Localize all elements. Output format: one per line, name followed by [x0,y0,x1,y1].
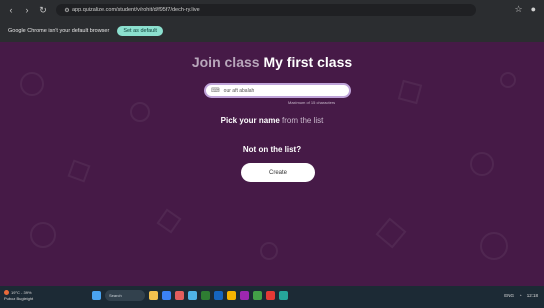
taskbar-search[interactable]: Search [105,290,145,301]
profile-icon[interactable]: ● [531,4,536,15]
excel-icon[interactable] [201,291,210,300]
page-title: Join class My first class [0,54,544,70]
decor-circle [260,242,278,260]
weather-desc: Puboz Bugleight [4,296,34,301]
weather-widget[interactable]: 19°C - 39% Puboz Bugleight [4,290,33,302]
title-prefix: Join class [191,54,260,70]
pick-bold: Pick your name [220,116,280,125]
app-icon[interactable] [279,291,288,300]
decor-circle [500,72,516,88]
decor-circle [20,72,44,96]
pick-name-heading: Pick your name from the list [0,116,544,125]
not-on-list-heading: Not on the list? [242,145,302,154]
pick-rest: from the list [279,116,324,125]
taskbar: 19°C - 39% Puboz Bugleight Search ENG ◔ … [0,286,544,308]
name-input-value: our aft abalah [223,87,255,94]
address-bar[interactable]: ⚙ app.quizalize.com/student/v/rohit/d/f9… [56,4,476,16]
decor-circle [470,152,494,176]
weather-temp: 19°C - 39% [11,290,32,295]
tray-lang[interactable]: ENG [504,293,514,298]
back-icon[interactable]: ‹ [6,5,16,15]
explorer-icon[interactable] [149,291,158,300]
forward-icon[interactable]: › [22,5,32,15]
url-text: app.quizalize.com/student/v/rohit/d/f95f… [72,7,200,13]
decor-square [397,79,423,105]
decor-square [156,208,182,234]
start-icon[interactable] [92,291,101,300]
site-info-icon[interactable]: ⚙ [62,7,72,14]
files-icon[interactable] [227,291,236,300]
store-icon[interactable] [188,291,197,300]
decor-circle [480,232,508,260]
keyboard-icon: ⌨ [211,88,220,94]
browser-toolbar: ‹ › ↻ ⚙ app.quizalize.com/student/v/rohi… [0,0,544,20]
default-browser-notice: Google Chrome isn't your default browser… [0,20,544,42]
chrome-icon[interactable] [253,291,262,300]
weather-icon [4,290,9,296]
decor-circle [30,222,56,248]
word-icon[interactable] [214,291,223,300]
app-icon[interactable] [175,291,184,300]
join-class-page: Join class My first class ⌨ our aft abal… [0,42,544,286]
decor-square [375,217,407,249]
app-icon[interactable] [266,291,275,300]
edge-icon[interactable] [162,291,171,300]
create-button[interactable]: Create [241,163,315,182]
reload-icon[interactable]: ↻ [38,5,48,16]
class-name: My first class [263,54,353,70]
extension-icon[interactable]: ☆ [514,4,522,15]
teams-icon[interactable] [240,291,249,300]
clock[interactable]: 12:18 [527,293,538,298]
name-input[interactable]: ⌨ our aft abalah [204,83,351,98]
set-default-button[interactable]: Set as default [117,26,163,36]
decor-square [67,159,91,183]
wifi-icon[interactable]: ◔ [519,293,522,298]
search-placeholder: Search [109,293,122,298]
character-limit-note: Maximum of 15 characters [288,100,336,105]
notice-text: Google Chrome isn't your default browser [8,28,110,34]
